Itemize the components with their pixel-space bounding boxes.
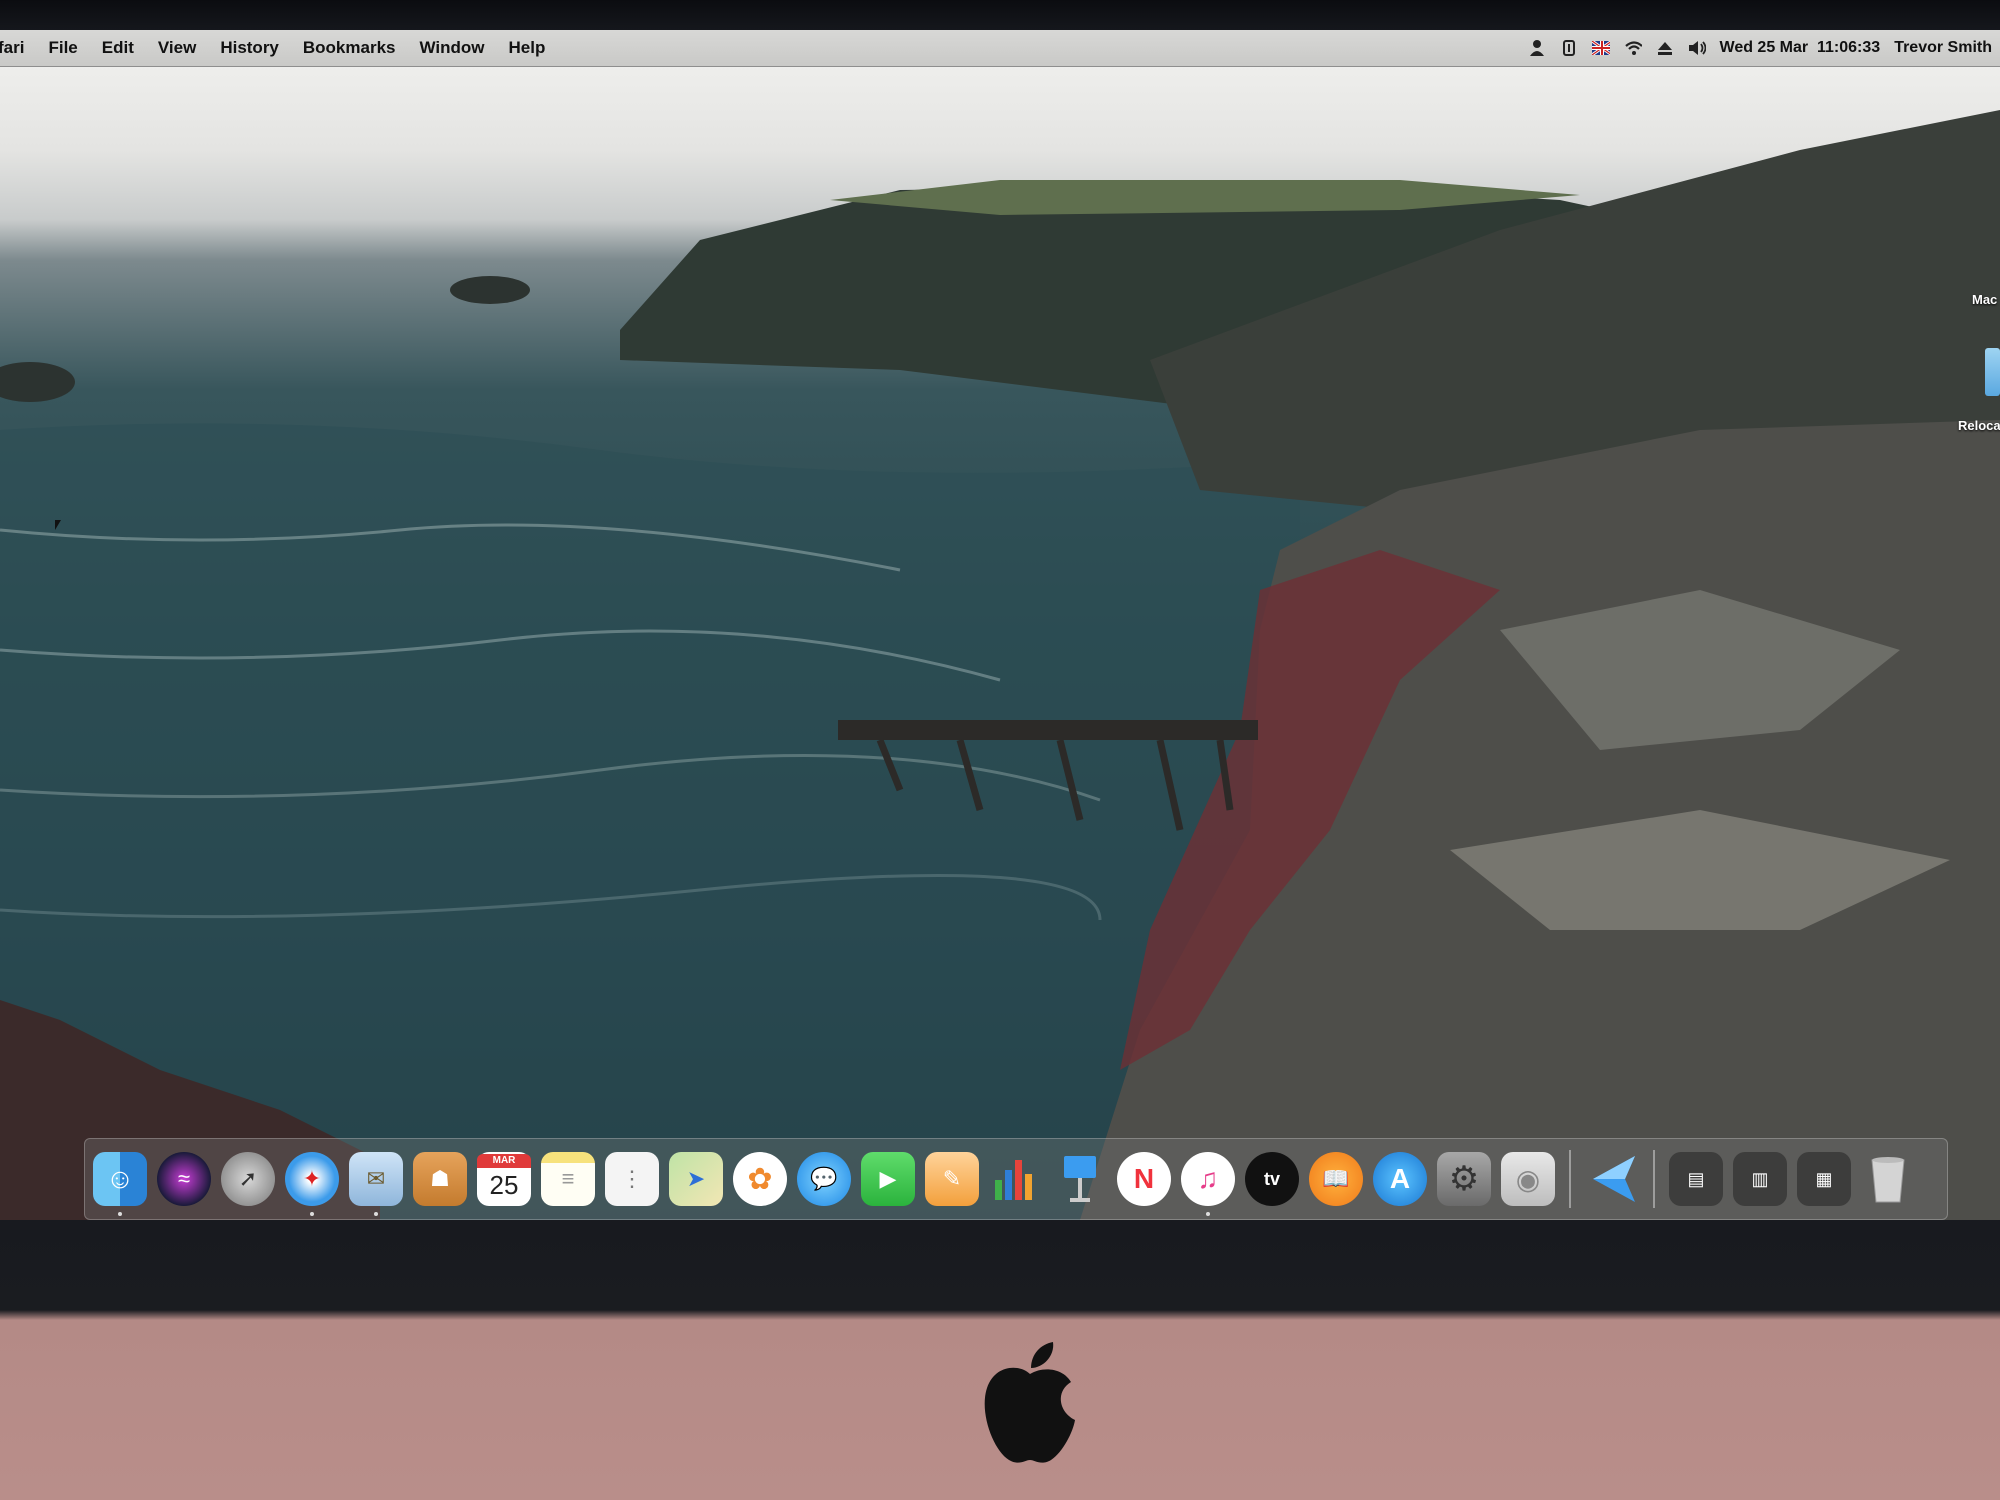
dock-trash[interactable]: [1861, 1152, 1915, 1206]
uk-flag-icon[interactable]: [1591, 39, 1610, 57]
mouse-pointer: [55, 520, 61, 530]
dock-photos[interactable]: ✿: [733, 1152, 787, 1206]
wifi-icon[interactable]: [1624, 39, 1642, 57]
notes-icon: ≡: [561, 1166, 575, 1191]
menu-window[interactable]: Window: [420, 38, 485, 58]
dock-numbers[interactable]: [989, 1152, 1043, 1206]
eject-icon[interactable]: [1656, 39, 1674, 57]
dock-dvd-player[interactable]: ◉: [1501, 1152, 1555, 1206]
apple-tv-label: tv: [1263, 1168, 1280, 1189]
bar-chart-icon: [995, 1160, 1032, 1200]
dock-contacts[interactable]: ☗: [413, 1152, 467, 1206]
video-camera-icon: ▶: [879, 1166, 897, 1191]
dock-tv[interactable]: tv: [1245, 1152, 1299, 1206]
monitor-chin: [0, 1220, 2000, 1500]
dock-calendar[interactable]: MAR 25: [477, 1152, 531, 1206]
status-area: Wed 25 Mar 11:06:33 Trevor Smith: [1528, 30, 1992, 66]
dock-pages[interactable]: ✎: [925, 1152, 979, 1206]
dock-separator: [1653, 1150, 1655, 1208]
trash-icon: [1871, 1157, 1905, 1203]
dock: ☺ ≈ ➚ ✦ ✉ ☗ MAR 25 ≡ ⋮ ➤ ✿ 💬 ▶ ✎ N ♫ tv …: [84, 1138, 1948, 1220]
volume-icon[interactable]: [1688, 39, 1706, 57]
finder-icon: ☺: [105, 1163, 135, 1194]
calendar-day: 25: [489, 1170, 519, 1200]
compass-icon: ✦: [302, 1166, 322, 1191]
pen-icon: ✎: [942, 1166, 962, 1191]
music-note-icon: ♫: [1197, 1163, 1219, 1194]
folder-stack-icon: ▥: [1751, 1168, 1769, 1189]
photos-flower-icon: ✿: [747, 1162, 773, 1196]
siri-icon: ≈: [177, 1166, 191, 1191]
gear-icon: ⚙: [1448, 1160, 1480, 1198]
map-icon: ➤: [686, 1166, 706, 1191]
reminders-icon: ⋮: [621, 1166, 643, 1191]
desktop-item-label[interactable]: Reloca: [1958, 418, 2000, 433]
dock-app-store[interactable]: A: [1373, 1152, 1427, 1206]
dock-mail[interactable]: ✉: [349, 1152, 403, 1216]
dock-music[interactable]: ♫: [1181, 1152, 1235, 1216]
dock-system-preferences[interactable]: ⚙: [1437, 1152, 1491, 1206]
menu-list: fari File Edit View History Bookmarks Wi…: [0, 38, 569, 58]
monitor-bezel-top: [0, 0, 2000, 30]
desktop-wallpaper: [0, 110, 2000, 1220]
menu-history[interactable]: History: [220, 38, 279, 58]
dock-facetime[interactable]: ▶: [861, 1152, 915, 1206]
dock-applications-stack[interactable]: ▦: [1797, 1152, 1851, 1206]
contacts-icon: ☗: [430, 1166, 450, 1191]
desktop-item-label[interactable]: Mac: [1972, 292, 1997, 307]
podium-icon: [1064, 1156, 1096, 1202]
dock-siri[interactable]: ≈: [157, 1152, 211, 1206]
dock-news[interactable]: N: [1117, 1152, 1171, 1206]
desktop-item-icon[interactable]: [1985, 348, 2000, 396]
rocket-icon: ➚: [238, 1166, 258, 1191]
news-icon: N: [1133, 1163, 1155, 1194]
dock-documents-stack[interactable]: ▥: [1733, 1152, 1787, 1206]
dock-reminders[interactable]: ⋮: [605, 1152, 659, 1206]
disc-icon: ◉: [1515, 1163, 1541, 1195]
dock-books[interactable]: 📖: [1309, 1152, 1363, 1206]
dock-safari[interactable]: ✦: [285, 1152, 339, 1216]
dock-launchpad[interactable]: ➚: [221, 1152, 275, 1206]
folder-stack-icon: ▤: [1687, 1168, 1705, 1189]
mail-stamp-icon: ✉: [366, 1166, 386, 1191]
menu-edit[interactable]: Edit: [102, 38, 134, 58]
dock-separator: [1569, 1150, 1571, 1208]
menu-clock[interactable]: Wed 25 Mar 11:06:33: [1720, 39, 1881, 57]
desktop-screen: fari File Edit View History Bookmarks Wi…: [0, 30, 2000, 1220]
dock-downloads-stack[interactable]: ▤: [1669, 1152, 1723, 1206]
menu-app-name[interactable]: fari: [0, 38, 24, 58]
input-icon[interactable]: [1560, 39, 1578, 57]
dock-migration[interactable]: [1585, 1152, 1639, 1206]
open-book-icon: 📖: [1322, 1166, 1350, 1191]
folder-stack-icon: ▦: [1815, 1168, 1833, 1189]
menu-bookmarks[interactable]: Bookmarks: [303, 38, 396, 58]
menu-view[interactable]: View: [158, 38, 196, 58]
dock-finder[interactable]: ☺: [93, 1152, 147, 1216]
menu-bar: fari File Edit View History Bookmarks Wi…: [0, 30, 2000, 67]
dock-notes[interactable]: ≡: [541, 1152, 595, 1206]
app-store-icon: A: [1389, 1163, 1411, 1194]
calendar-month: MAR: [477, 1154, 531, 1168]
apple-logo-icon: [984, 1342, 1075, 1463]
menu-user-name[interactable]: Trevor Smith: [1894, 39, 1992, 57]
dock-messages[interactable]: 💬: [797, 1152, 851, 1206]
menu-file[interactable]: File: [48, 38, 77, 58]
menu-help[interactable]: Help: [509, 38, 546, 58]
speech-bubble-icon: 💬: [810, 1166, 838, 1191]
back-arrow-icon: [1593, 1156, 1635, 1202]
user-icon[interactable]: [1528, 39, 1546, 57]
dock-keynote[interactable]: [1053, 1152, 1107, 1206]
dock-maps[interactable]: ➤: [669, 1152, 723, 1206]
